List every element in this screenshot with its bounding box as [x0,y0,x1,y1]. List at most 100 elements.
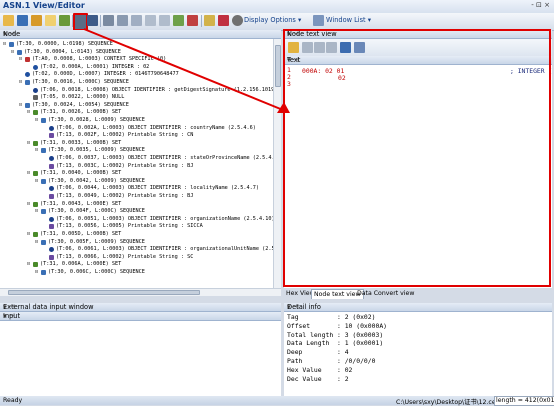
tab-data-convert-view[interactable]: Data Convert view [355,289,416,298]
expand-toggle-icon[interactable]: ⊟ [27,201,30,208]
toolbar-separator [201,15,202,27]
tree-horizontal-scrollbar[interactable] [0,288,281,296]
pin-icon[interactable]: ▾ ⊣ [287,30,549,38]
node-type-icon [9,42,14,47]
tree-node-label: (T:31, 0.0040, L:000B) SET [40,170,122,177]
expand-toggle-icon[interactable]: ⊟ [27,261,30,268]
copy-icon[interactable] [117,15,128,26]
tree-node-label: (T:13, 0.0066, L:0002) Printable String … [56,253,194,260]
app-title: ASN.1 View/Editor [3,1,85,10]
window-controls[interactable]: - ⊡ × [531,1,550,9]
copy-icon[interactable] [314,42,325,53]
pin-icon[interactable]: ▾ ⊣ [287,303,549,311]
tree-node-label: (T:02, 0.000D, L:0007) INTEGER : 0146T79… [32,71,179,78]
window-list-menu[interactable]: Window List ▾ [326,16,371,24]
add-node-icon[interactable] [173,15,184,26]
tree-node-label: (T:13, 0.0049, L:0002) Printable String … [56,193,194,199]
expand-toggle-icon[interactable]: ⊟ [27,109,30,116]
edit-pencil-icon[interactable] [59,15,70,26]
folder-icon[interactable] [45,15,56,26]
gear-icon[interactable] [232,15,243,26]
wrap-icon[interactable] [288,42,299,53]
text-line-1-comment: ; INTEGER ( [510,67,553,75]
node-type-icon [25,57,30,63]
expand-toggle-icon[interactable]: ⊟ [35,147,38,154]
expand-toggle-icon[interactable]: ⊟ [27,231,30,238]
detail-label: Offset [287,321,311,330]
import-icon[interactable] [204,15,215,26]
detail-label: Deep [287,348,303,357]
expand-toggle-icon[interactable]: ⊟ [19,79,22,86]
node-panel-header: Node ▾ ⊣ [0,30,281,39]
node-type-icon [49,224,54,230]
cut-icon[interactable] [302,42,313,53]
input-header: Input ▾ ⊣ [0,312,281,321]
pin-icon[interactable]: ▾ ⊣ [3,303,278,311]
tree-node-label: (T:30, 0.0016, L:000C) SEQUENCE [32,79,129,85]
expand-toggle-icon[interactable]: ⊟ [3,41,6,48]
expand-toggle-icon[interactable]: ⊟ [35,239,38,246]
node-type-icon [33,262,38,268]
scroll-thumb[interactable] [275,45,281,87]
node-type-icon [41,270,46,275]
detail-label: Path [287,357,303,365]
tree-node-label: (T:30, 0.004F, L:000C) SEQUENCE [48,208,145,215]
display-options-menu[interactable]: Display Options ▾ [244,16,301,24]
node-type-icon [41,239,46,245]
node-type-icon [49,163,54,169]
export-icon[interactable] [218,15,229,26]
node-type-icon [41,118,46,123]
pin-icon[interactable]: ▾ ⊣ [287,56,549,64]
save-icon[interactable] [17,15,28,26]
expand-toggle-icon[interactable]: ⊟ [19,102,22,109]
expand-toggle-icon[interactable]: ⊟ [35,269,38,276]
expand-toggle-icon[interactable]: ⊟ [27,170,30,177]
node-type-icon [49,247,54,253]
pin-icon[interactable]: ▾ ⊣ [3,30,278,38]
text-header: Text ▾ ⊣ [284,56,552,65]
binary-icon[interactable] [340,42,351,53]
tree-node-label: (T:06, 0.0051, L:0003) OBJECT IDENTIFIER… [56,215,274,222]
detail-panel-header: Detail info ▾ ⊣ [284,303,552,312]
paste-icon[interactable] [326,42,337,53]
undo-icon[interactable] [145,15,156,26]
delete-icon[interactable] [187,15,198,26]
tree-node-label: (T:30, 0.0004, L:0143) SEQUENCE [24,48,121,55]
node-type-icon [33,140,38,146]
hex-view-icon[interactable] [87,15,98,26]
window-list-label: Window List [326,16,366,24]
expand-toggle-icon[interactable]: ⊟ [11,49,14,56]
status-bar: Ready C:\Users\sxy\Desktop\证书\12.cer len… [0,396,554,406]
cut-icon[interactable] [103,15,114,26]
detail-label: Data Length [287,339,330,348]
expand-toggle-icon[interactable]: ⊟ [35,178,38,185]
expand-toggle-icon[interactable]: ⊟ [19,56,22,63]
tree-node-label: (T:30, 0.0035, L:0009) SEQUENCE [48,147,145,154]
expand-toggle-icon[interactable]: ⊟ [27,140,30,147]
text-editor[interactable]: 1 2 3 000A: 02 01 ; INTEGER ( 02 [284,65,552,288]
window-list-icon[interactable] [313,15,324,26]
redo-icon[interactable] [159,15,170,26]
detail-label: Tag [287,313,299,321]
tree-node-label: (T:30, 0.005F, L:0009) SEQUENCE [48,238,145,245]
detail-label: Hex Value [287,365,322,374]
detail-value: : 10 (0x000A) [337,321,388,330]
node-text-view-header: Node text view ▾ ⊣ [284,30,552,39]
detail-value: : 2 (0x02) [337,313,376,321]
scroll-thumb[interactable] [8,290,200,295]
expand-toggle-icon[interactable]: ⊟ [35,208,38,215]
input-area[interactable] [0,321,281,396]
node-tree[interactable]: ⊟ (T:30, 0.0000, L:0198) SEQUENCE ⊟ (T:30, … [0,39,274,288]
open-folder-icon[interactable] [3,15,14,26]
tree-node-label: (T:30, 0.0028, L:0009) SEQUENCE [48,117,145,123]
save-as-icon[interactable] [31,15,42,26]
node-type-icon [33,64,38,70]
tree-node-label: (T:31, 0.006A, L:000E) SET [40,261,122,268]
node-type-icon [41,178,46,184]
tree-vertical-scrollbar[interactable] [273,39,281,288]
paste-icon[interactable] [131,15,142,26]
node-text-view-icon[interactable] [73,13,88,31]
settings-icon[interactable] [354,42,365,53]
expand-toggle-icon[interactable]: ⊟ [35,117,38,124]
pin-icon[interactable]: ▾ ⊣ [3,312,278,320]
